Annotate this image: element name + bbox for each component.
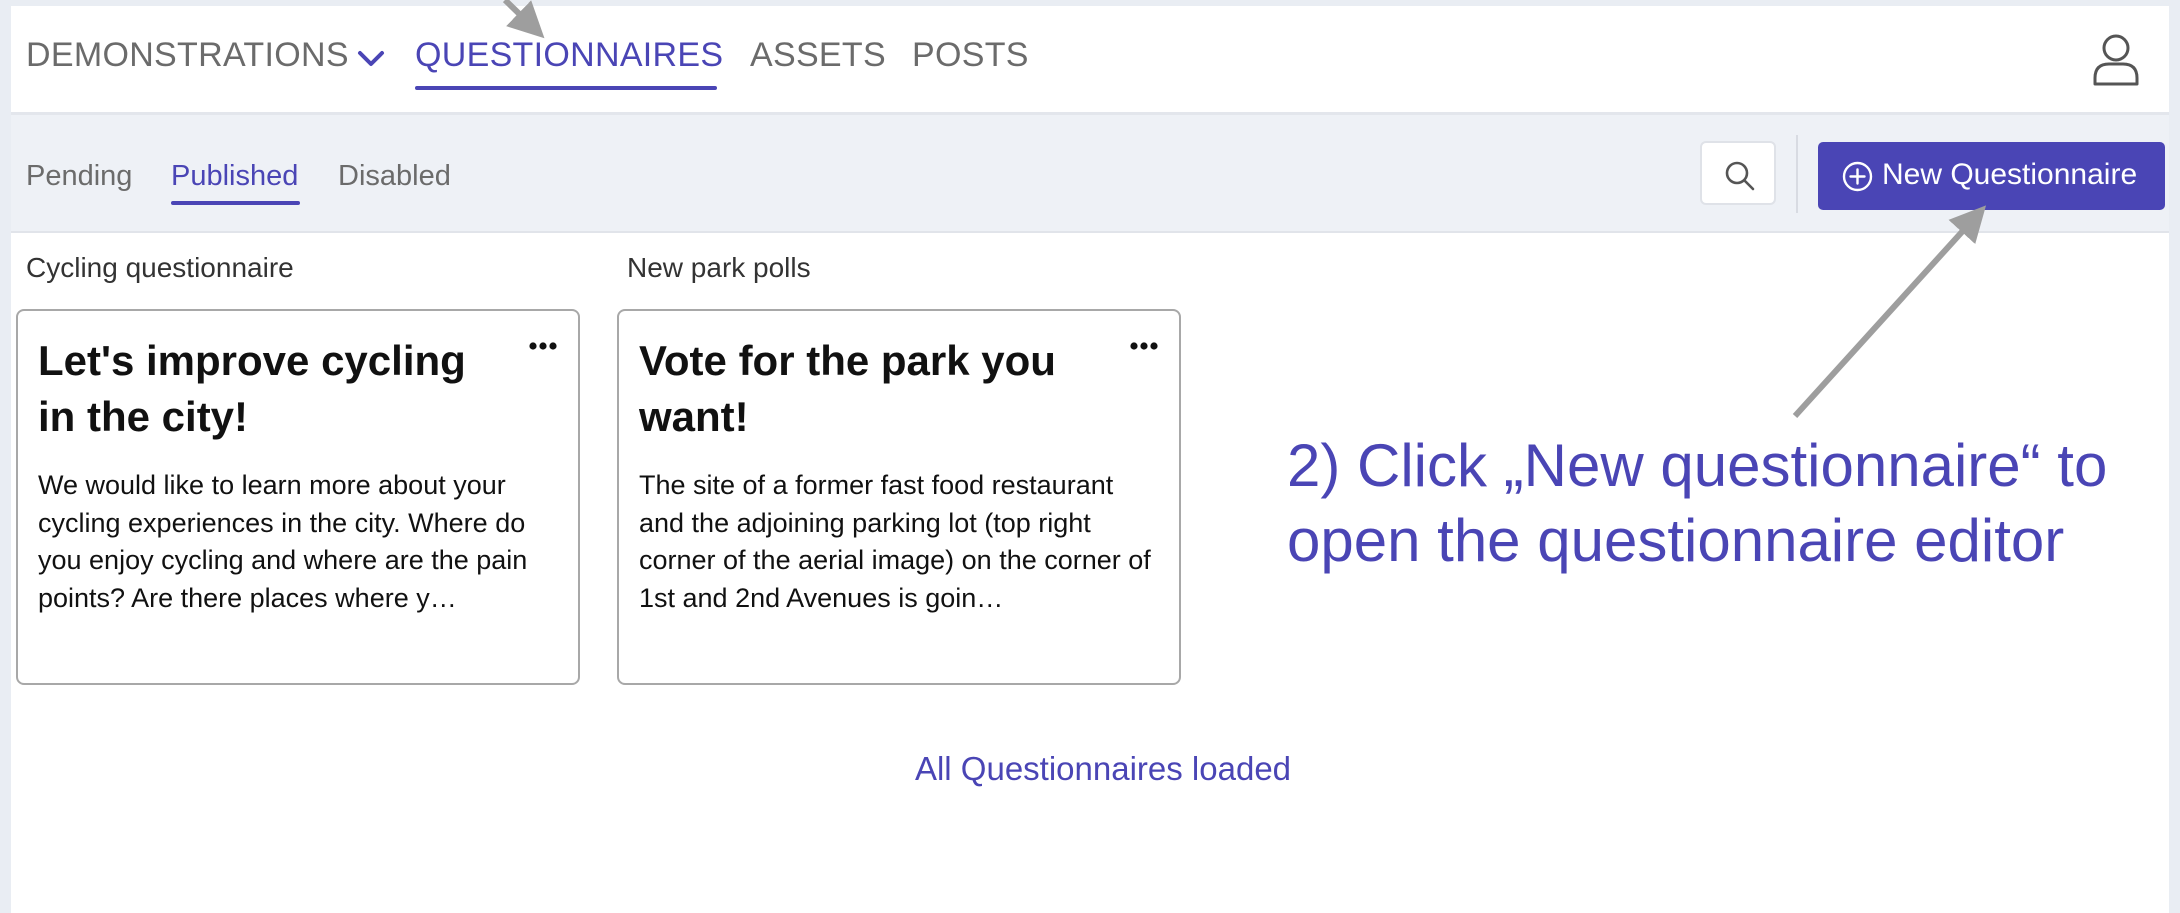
annotation-arrow [1792, 205, 1987, 419]
annotation-arrows [502, 0, 1987, 419]
annotation-arrow [502, 0, 545, 39]
